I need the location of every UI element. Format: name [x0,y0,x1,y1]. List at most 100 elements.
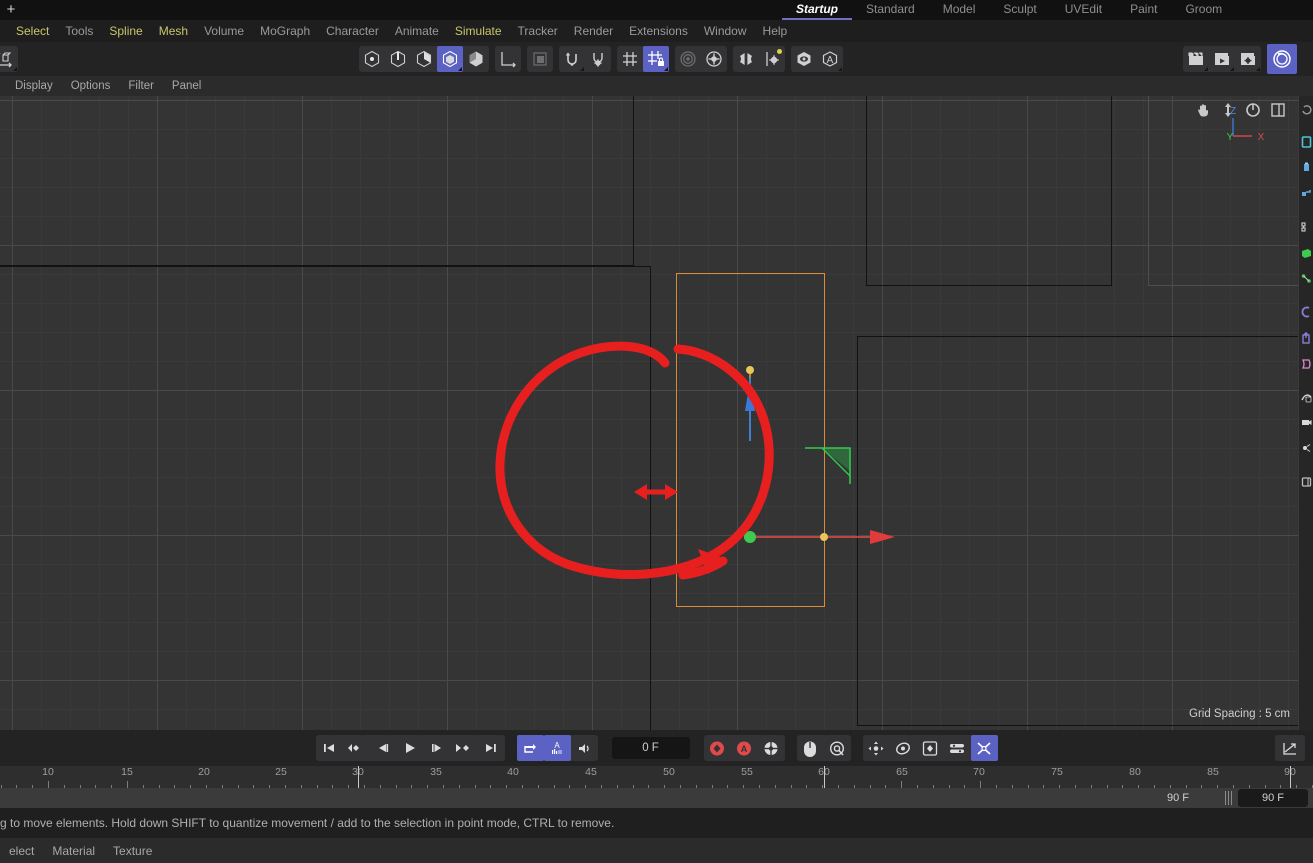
enable-axis-icon[interactable] [495,46,521,72]
current-frame-field[interactable]: 0 F [611,737,690,759]
loop-playback-icon[interactable] [516,735,544,761]
key-position-icon[interactable] [863,735,890,761]
model-mode-icon[interactable] [436,46,463,72]
viewport-solo-icon[interactable] [791,46,817,72]
scene-wireframe-object[interactable] [0,266,651,730]
point-level-animation-icon[interactable] [797,735,824,761]
animation-mode-icon[interactable] [824,735,851,761]
live-selection-icon[interactable] [1299,129,1313,155]
menu-help[interactable]: Help [755,24,796,38]
environment-icon[interactable] [1299,384,1313,410]
timeline-playhead[interactable] [358,766,359,788]
spline-pen-icon[interactable] [1299,266,1313,292]
scene-wireframe-object[interactable] [857,336,1298,726]
layout-tab-groom[interactable]: Groom [1171,0,1236,20]
key-rotation-icon[interactable] [890,735,917,761]
snap-settings-icon[interactable] [585,46,611,72]
point-mode-icon[interactable] [359,46,385,72]
symmetry-settings-icon[interactable] [759,46,785,72]
extrude-icon[interactable] [1299,325,1313,351]
next-key-icon[interactable] [451,735,478,761]
autokeying-icon[interactable]: A [731,735,758,761]
symmetry-icon[interactable] [733,46,759,72]
menu-mograph[interactable]: MoGraph [252,24,318,38]
pan-icon[interactable] [1195,102,1211,118]
next-frame-icon[interactable] [424,735,451,761]
move-tool-icon[interactable] [1299,155,1313,181]
menu-volume[interactable]: Volume [196,24,252,38]
bottom-tab-elect[interactable]: elect [0,844,43,858]
menu-mesh[interactable]: Mesh [151,24,196,38]
edge-mode-icon[interactable] [385,46,411,72]
keyframe-selection-icon[interactable] [758,735,785,761]
quantize-settings-icon[interactable] [701,46,727,72]
key-parameter-icon[interactable] [944,735,971,761]
menu-select[interactable]: Select [8,24,57,38]
viewport-menu-panel[interactable]: Panel [163,80,210,92]
layout-tab-sculpt[interactable]: Sculpt [989,0,1050,20]
object-axis-mode-icon[interactable] [463,46,489,72]
timeline-curves-icon[interactable] [1275,735,1305,761]
menu-render[interactable]: Render [566,24,621,38]
workplane-icon[interactable] [617,46,643,72]
key-pla-icon[interactable] [970,735,998,761]
scene-wireframe-object[interactable] [0,96,634,266]
layout-tab-paint[interactable]: Paint [1116,0,1171,20]
cube-primitive-icon[interactable] [1299,240,1313,266]
timeline-playhead[interactable] [824,766,825,788]
frame-range-bar[interactable]: 90 F 90 F [0,788,1313,808]
deformer-icon[interactable] [1299,351,1313,377]
go-to-end-icon[interactable] [478,735,505,761]
layout-tab-model[interactable]: Model [929,0,990,20]
polygon-mode-icon[interactable] [411,46,437,72]
previous-frame-icon[interactable] [370,735,397,761]
bottom-tab-material[interactable]: Material [43,844,104,858]
record-keyframe-icon[interactable] [704,735,731,761]
play-forward-icon[interactable] [397,735,424,761]
viewport[interactable]: Z Y X Grid Spacing : 5 cm [0,96,1298,730]
undo-icon[interactable] [1299,96,1313,122]
interactive-render-region-icon[interactable] [1267,44,1297,74]
menu-spline[interactable]: Spline [101,24,150,38]
menu-character[interactable]: Character [318,24,387,38]
speaker-icon[interactable] [571,735,598,761]
viewport-menu-filter[interactable]: Filter [119,80,163,92]
menu-tools[interactable]: Tools [57,24,101,38]
snap-magnet-icon[interactable] [559,46,585,72]
scene-wireframe-object[interactable] [866,96,1112,286]
timeline-ruler[interactable]: 1015202530354045505560657075808590 [0,766,1313,788]
generator-icon[interactable] [1299,299,1313,325]
render-view-icon[interactable] [1183,46,1209,72]
light-icon[interactable] [1299,436,1313,462]
range-end-field[interactable]: 90 F [1238,789,1308,807]
menu-window[interactable]: Window [696,24,755,38]
menu-extensions[interactable]: Extensions [621,24,696,38]
sound-scrub-icon[interactable]: A [543,735,571,761]
previous-key-icon[interactable] [343,735,370,761]
layout-tab-startup[interactable]: Startup [782,0,852,20]
camera-icon[interactable] [1299,410,1313,436]
menu-simulate[interactable]: Simulate [447,24,510,38]
texture-axis-icon[interactable] [527,46,553,72]
range-start-field[interactable]: 90 F [1138,789,1218,807]
menu-animate[interactable]: Animate [387,24,447,38]
timeline-playhead[interactable] [1290,766,1291,788]
layout-tab-uvedit[interactable]: UVEdit [1051,0,1116,20]
add-layout-button[interactable]: + [0,0,22,19]
quantize-icon[interactable] [675,46,701,72]
workplane-lock-icon[interactable] [642,46,669,72]
rotate-tool-icon[interactable] [1299,214,1313,240]
key-scale-icon[interactable] [917,735,944,761]
viewport-menu-options[interactable]: Options [62,80,120,92]
render-region-icon[interactable] [1299,469,1313,495]
go-to-start-icon[interactable] [316,735,343,761]
axis-coordinate-icon[interactable] [0,46,18,72]
render-settings-icon[interactable] [1235,46,1261,72]
timeline-curves-button[interactable] [1275,735,1305,761]
annotation-tool-icon[interactable]: A [817,46,843,72]
scale-tool-icon[interactable] [1299,181,1313,207]
menu-tracker[interactable]: Tracker [510,24,566,38]
render-queue-icon[interactable] [1209,46,1235,72]
layout-tab-standard[interactable]: Standard [852,0,929,20]
bottom-tab-texture[interactable]: Texture [104,844,161,858]
